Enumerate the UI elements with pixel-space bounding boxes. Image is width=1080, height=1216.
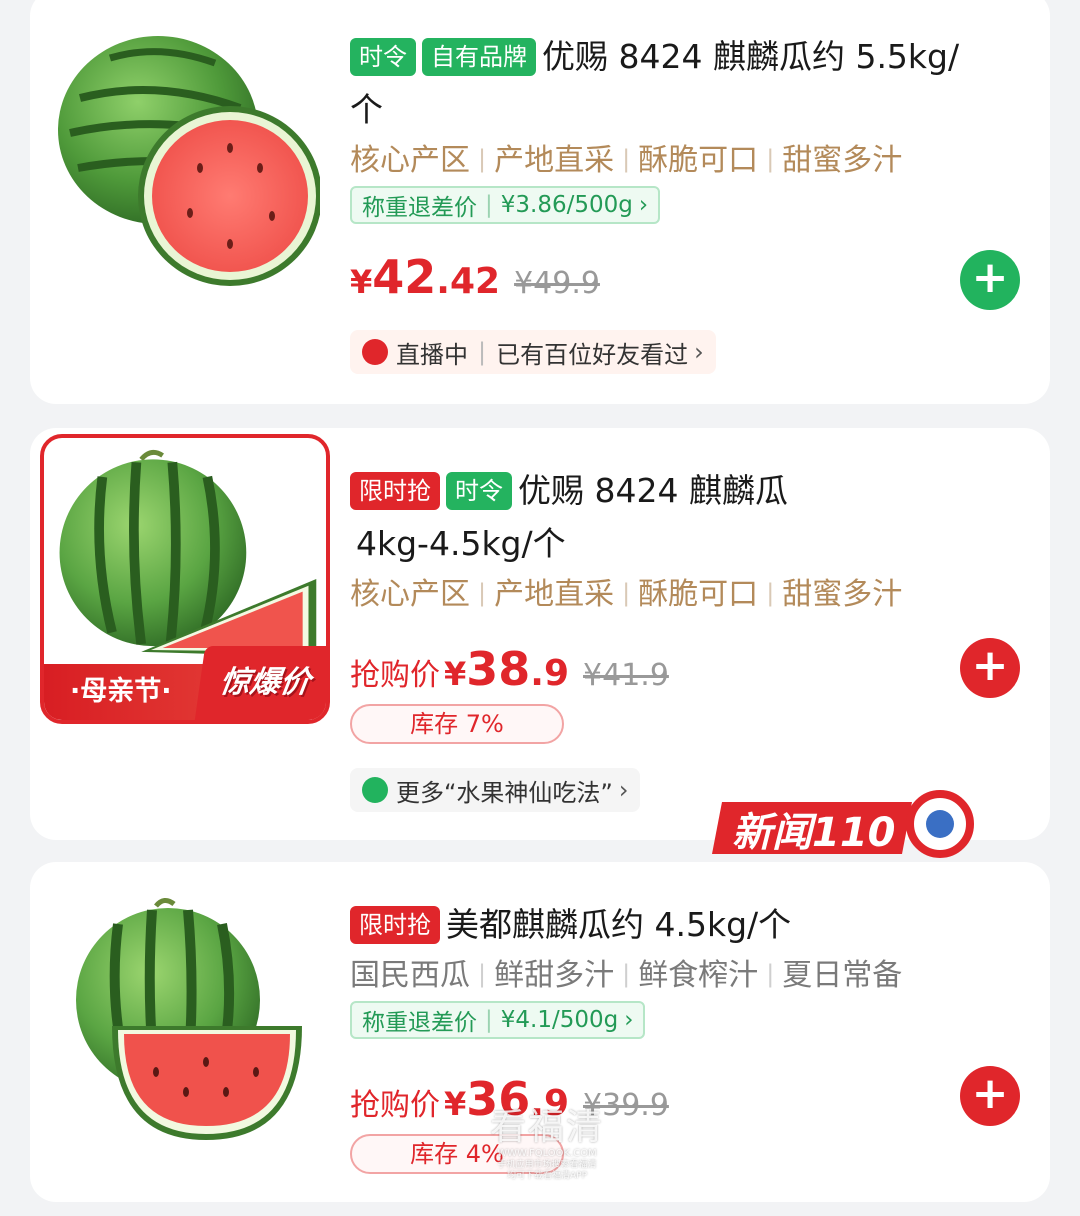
stock-badge: 库存 7% bbox=[350, 704, 564, 744]
price-currency: ¥ bbox=[350, 263, 373, 301]
watermelon-image bbox=[76, 898, 302, 1140]
logo-sub: NEWS 110 bbox=[808, 860, 872, 873]
weigh-refund-badge[interactable]: 称重退差价 | ¥4.1/500g › bbox=[350, 1001, 646, 1039]
feature-item: 国民西瓜 bbox=[350, 958, 470, 993]
price-decimal: .42 bbox=[436, 261, 501, 302]
site-watermark-name: 看福清 bbox=[489, 1107, 604, 1148]
live-stream-pill[interactable]: 直播中 | 已有百位好友看过 › bbox=[350, 330, 716, 374]
product-title-line1: 优赐 8424 麒麟瓜约 5.5kg/ bbox=[542, 37, 960, 76]
add-to-cart-button[interactable]: + bbox=[960, 638, 1020, 698]
live-label: 直播中 bbox=[396, 340, 468, 369]
product-info-3: 限时抢 美都麒麟瓜约 4.5kg/个 国民西瓜 | 鲜甜多汁 | 鲜食榨汁 | 夏日常备 称重… bbox=[350, 896, 1026, 1174]
price-label: 抢购价 bbox=[350, 658, 440, 693]
price-decimal: .9 bbox=[530, 653, 570, 694]
site-watermark: 看福清 WWW.FQLOOK.COM 手机应用市场搜索看福清 均可下载看福清AP… bbox=[472, 1108, 622, 1182]
feature-list: 国民西瓜 | 鲜甜多汁 | 鲜食榨汁 | 夏日常备 bbox=[350, 951, 1026, 997]
feature-item: 产地直采 bbox=[494, 143, 615, 178]
watermelon-image bbox=[58, 36, 320, 286]
chevron-right-icon: › bbox=[638, 192, 649, 218]
separator: | bbox=[485, 192, 493, 218]
chevron-right-icon: › bbox=[694, 338, 704, 366]
separator: | bbox=[622, 145, 631, 173]
original-price: ¥49.9 bbox=[514, 266, 600, 301]
separator: | bbox=[485, 1007, 493, 1033]
feature-item: 甜蜜多汁 bbox=[782, 577, 903, 612]
plus-icon: + bbox=[971, 640, 1009, 691]
more-text: 更多“水果神仙吃法” bbox=[396, 778, 613, 807]
tag-flash-sale: 限时抢 bbox=[350, 471, 440, 510]
separator: | bbox=[622, 960, 631, 988]
product-title-line2: 个 bbox=[350, 90, 383, 129]
product-info-2: 限时抢 时令 优赐 8424 麒麟瓜 4kg-4.5kg/个 核心产区 | 产地直采 | 酥… bbox=[350, 462, 1026, 812]
product-title-line1: 美都麒麟瓜约 4.5kg/个 bbox=[446, 905, 792, 944]
weigh-refund-badge[interactable]: 称重退差价 | ¥3.86/500g › bbox=[350, 186, 661, 224]
feature-item: 甜蜜多汁 bbox=[782, 143, 903, 178]
logo-text: 新闻110 bbox=[732, 810, 896, 856]
more-recipes-pill[interactable]: 更多“水果神仙吃法” › bbox=[350, 768, 641, 812]
feature-item: 鲜食榨汁 bbox=[638, 958, 759, 993]
price-integer: 42 bbox=[372, 250, 437, 304]
product-title-line1: 优赐 8424 麒麟瓜 bbox=[518, 471, 788, 510]
weigh-label: 称重退差价 bbox=[362, 1010, 477, 1036]
price-burst-badge: 惊爆价 bbox=[194, 646, 326, 720]
separator: | bbox=[766, 960, 775, 988]
live-text: 已有百位好友看过 bbox=[496, 340, 689, 369]
feature-item: 产地直采 bbox=[494, 577, 615, 612]
tag-seasonal: 时令 bbox=[446, 471, 512, 510]
product-card-1[interactable]: 时令 自有品牌 优赐 8424 麒麟瓜约 5.5kg/ 个 核心产区 | 产地直采 | 酥脆… bbox=[30, 0, 1050, 404]
separator: | bbox=[478, 960, 487, 988]
feature-list: 核心产区 | 产地直采 | 酥脆可口 | 甜蜜多汁 bbox=[350, 570, 1026, 616]
price-currency: ¥ bbox=[444, 1085, 467, 1123]
feature-item: 核心产区 bbox=[350, 577, 470, 612]
tag-seasonal: 时令 bbox=[350, 37, 416, 76]
weigh-price: ¥4.1/500g bbox=[500, 1007, 619, 1033]
product-image-3[interactable] bbox=[56, 892, 316, 1152]
basket-icon bbox=[362, 777, 388, 803]
add-to-cart-button[interactable]: + bbox=[960, 250, 1020, 310]
plus-icon: + bbox=[971, 1068, 1009, 1119]
live-icon bbox=[362, 339, 388, 365]
site-watermark-line1: 手机应用市场搜索看福清 bbox=[497, 1160, 597, 1170]
product-image-2[interactable]: ·母亲节· 惊爆价 bbox=[40, 434, 330, 724]
feature-list: 核心产区 | 产地直采 | 酥脆可口 | 甜蜜多汁 bbox=[350, 136, 1026, 182]
product-image-1[interactable] bbox=[50, 18, 320, 288]
weigh-label: 称重退差价 bbox=[362, 195, 477, 221]
separator: | bbox=[478, 145, 487, 173]
product-info-1: 时令 自有品牌 优赐 8424 麒麟瓜约 5.5kg/ 个 核心产区 | 产地直采 | 酥脆… bbox=[350, 28, 1026, 374]
price-integer: 38 bbox=[466, 642, 531, 696]
weigh-price: ¥3.86/500g bbox=[500, 192, 633, 218]
separator: | bbox=[622, 579, 631, 607]
separator: | bbox=[478, 579, 487, 607]
price-currency: ¥ bbox=[444, 655, 467, 693]
chevron-right-icon: › bbox=[618, 776, 629, 804]
add-to-cart-button[interactable]: + bbox=[960, 1066, 1020, 1126]
tag-flash-sale: 限时抢 bbox=[350, 905, 440, 944]
product-title-line2: 4kg-4.5kg/个 bbox=[356, 524, 566, 563]
news110-watermark-logo: 新闻110 NEWS 110 bbox=[712, 762, 974, 874]
feature-item: 酥脆可口 bbox=[638, 577, 759, 612]
product-title[interactable]: 时令 自有品牌 优赐 8424 麒麟瓜约 5.5kg/ bbox=[350, 28, 1026, 83]
original-price: ¥41.9 bbox=[583, 658, 669, 693]
feature-item: 核心产区 bbox=[350, 143, 470, 178]
tag-own-brand: 自有品牌 bbox=[422, 37, 536, 76]
price-label: 抢购价 bbox=[350, 1088, 440, 1123]
separator: | bbox=[766, 579, 775, 607]
price-row: ¥ 42 .42 ¥49.9 bbox=[350, 250, 600, 304]
feature-item: 夏日常备 bbox=[782, 958, 903, 993]
price-row: 抢购价 ¥ 38 .9 ¥41.9 bbox=[350, 642, 669, 696]
separator: | bbox=[766, 145, 775, 173]
product-title[interactable]: 限时抢 时令 优赐 8424 麒麟瓜 bbox=[350, 462, 1026, 517]
product-title[interactable]: 限时抢 美都麒麟瓜约 4.5kg/个 bbox=[350, 896, 1026, 951]
site-watermark-url: WWW.FQLOOK.COM bbox=[497, 1148, 597, 1159]
feature-item: 鲜甜多汁 bbox=[494, 958, 615, 993]
site-watermark-line2: 均可下载看福清APP bbox=[506, 1171, 587, 1181]
plus-icon: + bbox=[971, 252, 1009, 303]
chevron-right-icon: › bbox=[624, 1007, 634, 1033]
separator: | bbox=[478, 338, 487, 366]
feature-item: 酥脆可口 bbox=[638, 143, 759, 178]
